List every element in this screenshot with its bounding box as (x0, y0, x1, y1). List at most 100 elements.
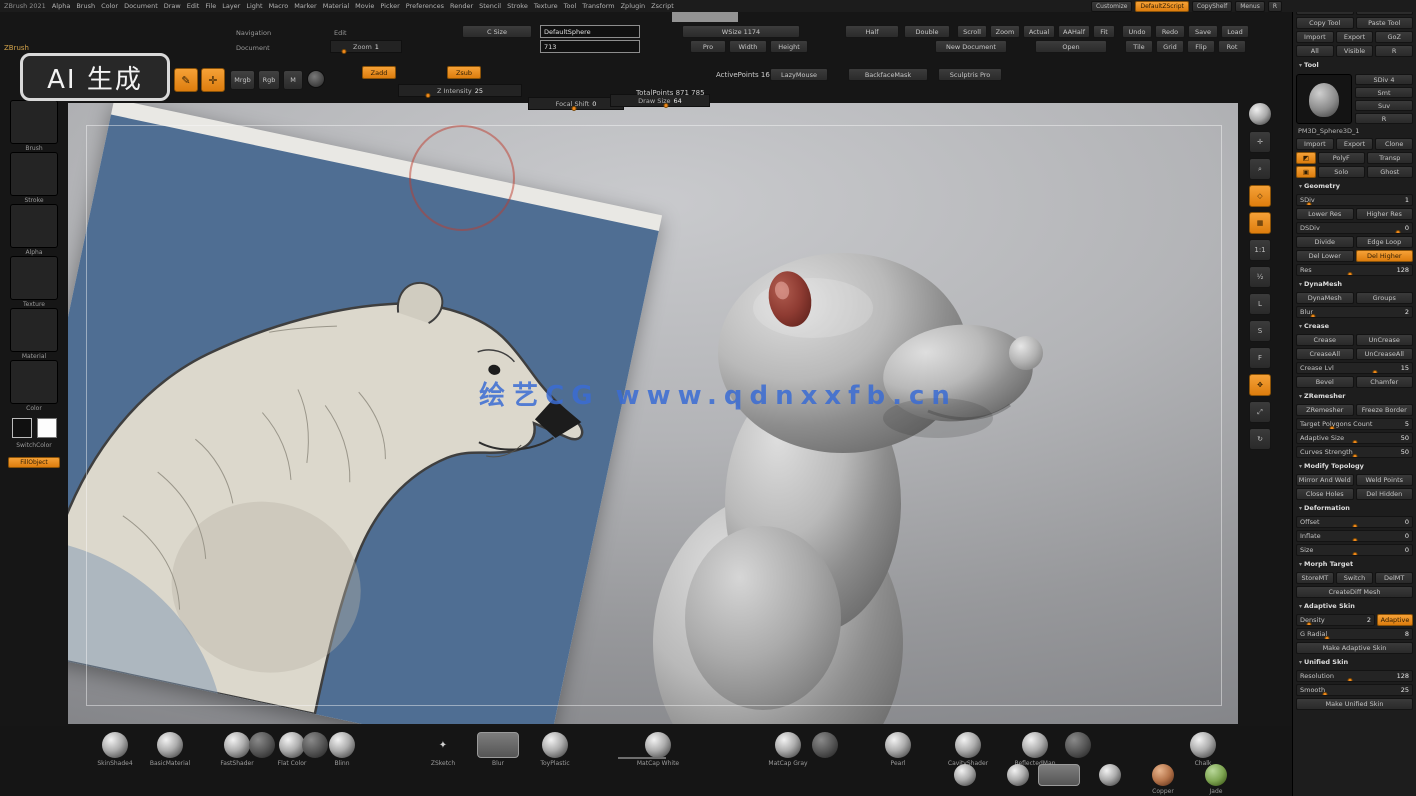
sculpt-canvas[interactable]: 绘艺CG www.qdnxxfb.cn (68, 103, 1238, 724)
aahalf-button[interactable]: AAHalf (1058, 25, 1090, 38)
tool-panel-cell[interactable]: Chamfer (1356, 376, 1414, 388)
material-sphere[interactable] (645, 732, 671, 758)
material-sphere[interactable] (812, 732, 838, 758)
material-sphere[interactable] (1205, 764, 1227, 786)
tool-panel-cell[interactable]: All (1296, 45, 1334, 57)
material-thumbnail[interactable] (1090, 764, 1130, 788)
tool-panel-cell[interactable]: Mirror And Weld (1296, 474, 1354, 486)
secondary-color-swatch[interactable] (37, 418, 57, 438)
move-button[interactable]: ✥ (1249, 374, 1271, 396)
menu-item[interactable]: Stencil (479, 2, 501, 10)
tool-panel-cell[interactable]: UnCreaseAll (1356, 348, 1414, 360)
actual-size[interactable]: 1:1 (1249, 239, 1271, 261)
rotate-button[interactable]: ↻ (1249, 428, 1271, 450)
menu-item[interactable]: Preferences (406, 2, 444, 10)
slider-handle[interactable] (1324, 636, 1329, 640)
material-thumbnail[interactable]: Blinn (320, 732, 364, 767)
tool-panel-cell[interactable]: Modify Topology (1296, 460, 1413, 472)
tool-panel-cell[interactable]: Tool (1296, 59, 1413, 71)
tool-panel-cell[interactable]: Del Lower (1296, 250, 1354, 262)
zsub-button[interactable]: Zsub (447, 66, 481, 79)
rgb-button[interactable]: Rgb (258, 70, 280, 90)
slider-handle[interactable] (1347, 272, 1352, 276)
tool-panel-cell[interactable]: Deformation (1296, 502, 1413, 514)
material-thumbnail[interactable]: Copper (1143, 764, 1183, 795)
color-swatch[interactable] (307, 70, 325, 88)
menu-item[interactable]: Render (450, 2, 473, 10)
color-picker[interactable]: Color (8, 360, 60, 412)
reference-image[interactable] (68, 103, 662, 724)
z-intensity-slider[interactable]: Z Intensity 25 (398, 84, 522, 97)
tool-panel-cell[interactable]: Adaptive (1377, 614, 1413, 626)
menu-item[interactable]: Alpha (52, 2, 70, 10)
new-document-button[interactable]: New Document (935, 40, 1007, 53)
document-label[interactable]: Document (236, 41, 326, 54)
tool-panel-cell[interactable]: Density 2 (1296, 614, 1375, 626)
menu-right-button[interactable]: Customize (1091, 1, 1133, 12)
material-sphere[interactable] (1022, 732, 1048, 758)
slider-handle[interactable] (1311, 314, 1316, 318)
slider-handle[interactable] (1352, 552, 1357, 556)
material-thumbnail[interactable]: ToyPlastic (533, 732, 577, 767)
active-tool-thumbnail[interactable] (1296, 74, 1352, 124)
half-button[interactable]: Half (845, 25, 899, 38)
tool-panel-cell[interactable]: Groups (1356, 292, 1414, 304)
primary-color-swatch[interactable] (12, 418, 32, 438)
material-thumbnail[interactable] (945, 764, 985, 788)
menu-item[interactable]: Transform (582, 2, 614, 10)
open-button[interactable]: Open (1035, 40, 1107, 53)
backface-mask-button[interactable]: BackfaceMask (848, 68, 928, 81)
menu-item[interactable]: Document (124, 2, 158, 10)
tile-button[interactable]: Tile (1125, 40, 1153, 53)
stroke-picker[interactable]: Stroke (8, 152, 60, 204)
material-sphere[interactable] (1007, 764, 1029, 786)
material-sphere[interactable] (157, 732, 183, 758)
menu-item[interactable]: Edit (187, 2, 200, 10)
flip-button[interactable]: Flip (1187, 40, 1215, 53)
model-chest[interactable] (685, 526, 841, 710)
slider-handle[interactable] (1329, 426, 1334, 430)
menu-item[interactable]: Zplugin (621, 2, 646, 10)
m-button[interactable]: M (283, 70, 303, 90)
draw-pointer-button[interactable]: ✛ (201, 68, 225, 92)
slider-handle[interactable] (1352, 538, 1357, 542)
menu-item[interactable]: Tool (564, 2, 577, 10)
zadd-button[interactable]: Zadd (362, 66, 396, 79)
lsym-toggle[interactable]: S (1249, 320, 1271, 342)
undo-button[interactable]: Undo (1122, 25, 1152, 38)
material-sphere[interactable] (329, 732, 355, 758)
material-sphere[interactable] (954, 764, 976, 786)
material-sphere[interactable] (1152, 764, 1174, 786)
tray-slider[interactable] (618, 757, 666, 759)
tool-panel-cell[interactable]: Divide (1296, 236, 1354, 248)
frame-button[interactable]: F (1249, 347, 1271, 369)
material-thumbnail[interactable]: CavityShader (946, 732, 990, 767)
tool-panel-cell[interactable]: DynaMesh (1296, 292, 1354, 304)
pro-button[interactable]: Pro (690, 40, 726, 53)
width-button[interactable]: Width (729, 40, 767, 53)
tool-panel-cell[interactable]: Higher Res (1356, 208, 1414, 220)
material-thumbnail[interactable] (803, 732, 847, 760)
document-height-field[interactable]: 713 (540, 40, 640, 53)
menu-item[interactable]: Movie (355, 2, 374, 10)
tool-panel-cell[interactable]: Make Unified Skin (1296, 698, 1413, 710)
actual-button[interactable]: Actual (1023, 25, 1055, 38)
tool-panel-cell[interactable]: Morph Target (1296, 558, 1413, 570)
edit-object-button[interactable]: ✎ (174, 68, 198, 92)
wsize-button[interactable]: WSize 1174 (682, 25, 800, 38)
tool-panel-cell[interactable]: Res 128 (1296, 264, 1413, 276)
menu-item[interactable]: Marker (294, 2, 316, 10)
tool-panel-cell[interactable]: Make Adaptive Skin (1296, 642, 1413, 654)
material-sphere[interactable] (102, 732, 128, 758)
menu-item[interactable]: File (205, 2, 216, 10)
material-sphere[interactable] (885, 732, 911, 758)
menu-right-button[interactable]: DefaultZScript (1135, 1, 1188, 12)
sculpted-model[interactable] (628, 203, 1058, 724)
rot-button[interactable]: Rot (1218, 40, 1246, 53)
sculptris-pro-button[interactable]: Sculptris Pro (938, 68, 1002, 81)
navigation-label[interactable]: Navigation (236, 26, 326, 39)
tool-panel-cell[interactable]: Import (1296, 138, 1334, 150)
tool-panel-cell[interactable]: Blur 2 (1296, 306, 1413, 318)
material-thumbnail[interactable]: ReflectedMap (1013, 732, 1057, 767)
tool-panel-cell[interactable]: Import (1296, 31, 1334, 43)
